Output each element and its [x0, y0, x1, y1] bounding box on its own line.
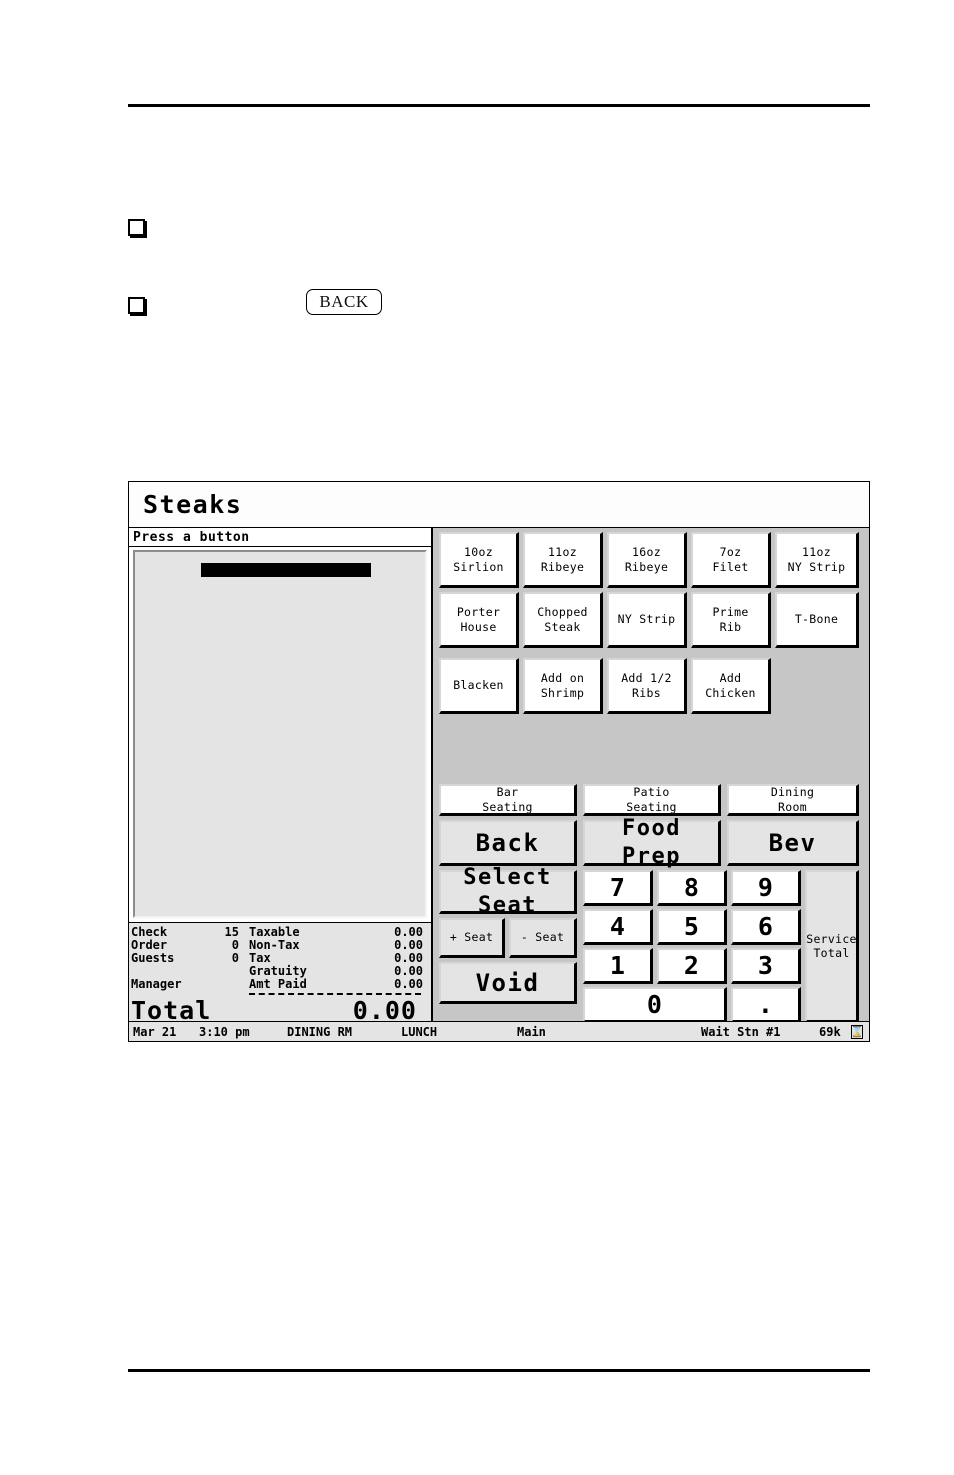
menu-button-ny-strip[interactable]: NY Strip — [607, 592, 687, 648]
bullet-item-2 — [128, 294, 870, 316]
keypad-8[interactable]: 8 — [657, 870, 727, 906]
table-row: Manager Amt Paid 0.00 — [131, 978, 427, 991]
bullet-item-2-text — [145, 294, 870, 316]
pos-title-bar: Steaks — [129, 482, 869, 528]
check-label-4: Manager — [131, 977, 182, 991]
check-qty-3 — [205, 965, 239, 978]
menu-button-chopped-steak[interactable]: Chopped Steak — [523, 592, 603, 648]
keypad-0[interactable]: 0 — [583, 987, 727, 1023]
menu-button-add-chicken[interactable]: Add Chicken — [691, 658, 771, 714]
menu-button-porter-house[interactable]: Porter House — [439, 592, 519, 648]
seating-button-bar[interactable]: Bar Seating — [439, 784, 577, 816]
keypad-4[interactable]: 4 — [583, 909, 653, 945]
page-bottom-rule — [128, 1369, 870, 1372]
keypad-1[interactable]: 1 — [583, 948, 653, 984]
menu-button-add-on-shrimp[interactable]: Add on Shrimp — [523, 658, 603, 714]
menu-button-prime-rib[interactable]: Prime Rib — [691, 592, 771, 648]
check-amt-4: 0.00 — [394, 977, 423, 991]
void-button[interactable]: Void — [439, 962, 577, 1004]
menu-button-10oz-sirlion[interactable]: 10oz Sirlion — [439, 532, 519, 588]
check-qty-4 — [205, 978, 239, 991]
seat-increment-button[interactable]: + Seat — [439, 918, 505, 958]
seat-decrement-button[interactable]: - Seat — [509, 918, 577, 958]
status-time: 3:10 pm — [199, 1024, 250, 1039]
menu-button-t-bone[interactable]: T-Bone — [775, 592, 859, 648]
menu-button-11oz-ny-strip[interactable]: 11oz NY Strip — [775, 532, 859, 588]
keypad-decimal[interactable]: . — [731, 987, 801, 1023]
status-bar: Mar 21 3:10 pm DINING RM LUNCH Main Wait… — [129, 1021, 869, 1041]
status-room: DINING RM — [287, 1024, 353, 1039]
keypad-7[interactable]: 7 — [583, 870, 653, 906]
checkbox-square-icon — [128, 218, 145, 236]
table-row: Order 0 Non-Tax 0.00 — [131, 939, 427, 952]
menu-button-11oz-ribeye[interactable]: 11oz Ribeye — [523, 532, 603, 588]
status-menu: Main — [517, 1024, 546, 1039]
status-date: Mar 21 — [133, 1024, 177, 1039]
prompt-message: Press a button — [129, 528, 431, 547]
keypad-6[interactable]: 6 — [731, 909, 801, 945]
check-totals-panel: Check 15 Taxable 0.00 Order 0 Non-Tax 0.… — [129, 922, 431, 1025]
menu-button-16oz-ribeye[interactable]: 16oz Ribeye — [607, 532, 687, 588]
status-meal: LUNCH — [401, 1024, 438, 1039]
hourglass-icon: ⌛ — [851, 1024, 863, 1039]
bev-button[interactable]: Bev — [727, 820, 859, 866]
seating-button-dining-room[interactable]: Dining Room — [727, 784, 859, 816]
menu-button-add-half-ribs[interactable]: Add 1/2 Ribs — [607, 658, 687, 714]
keypad-2[interactable]: 2 — [657, 948, 727, 984]
pos-terminal-screenshot: Steaks Press a button Check 15 Taxable 0… — [128, 481, 870, 1042]
totals-divider — [249, 993, 421, 995]
bullet-item-1 — [128, 216, 870, 238]
keypad-9[interactable]: 9 — [731, 870, 801, 906]
order-display-area[interactable] — [133, 550, 427, 918]
service-total-button[interactable]: Service Total — [805, 870, 859, 1023]
menu-button-blacken[interactable]: Blacken — [439, 658, 519, 714]
menu-button-7oz-filet[interactable]: 7oz Filet — [691, 532, 771, 588]
redaction-bar — [201, 563, 371, 577]
order-column: Press a button Check 15 Taxable 0.00 Ord… — [129, 528, 433, 1025]
status-memory: 69k — [819, 1024, 841, 1039]
status-station: Wait Stn #1 — [701, 1024, 781, 1039]
check-name-4: Amt Paid — [249, 977, 307, 991]
check-qty-2: 0 — [231, 951, 239, 965]
check-label-2: Guests — [131, 951, 175, 965]
bullet-item-1-text — [145, 216, 870, 238]
food-prep-button[interactable]: Food Prep — [583, 816, 721, 869]
back-button[interactable]: Back — [439, 820, 577, 866]
button-panel: 10oz Sirlion 11oz Ribeye 16oz Ribeye 7oz… — [433, 528, 869, 1023]
back-key-chip: BACK — [306, 289, 382, 315]
keypad-5[interactable]: 5 — [657, 909, 727, 945]
check-rows: Check 15 Taxable 0.00 Order 0 Non-Tax 0.… — [131, 926, 427, 991]
checkbox-square-icon — [128, 296, 145, 314]
seating-button-patio[interactable]: Patio Seating — [583, 784, 721, 816]
page-top-rule — [128, 104, 870, 107]
page-title: Steaks — [143, 490, 243, 519]
select-seat-button[interactable]: Select Seat — [439, 865, 577, 918]
keypad-3[interactable]: 3 — [731, 948, 801, 984]
